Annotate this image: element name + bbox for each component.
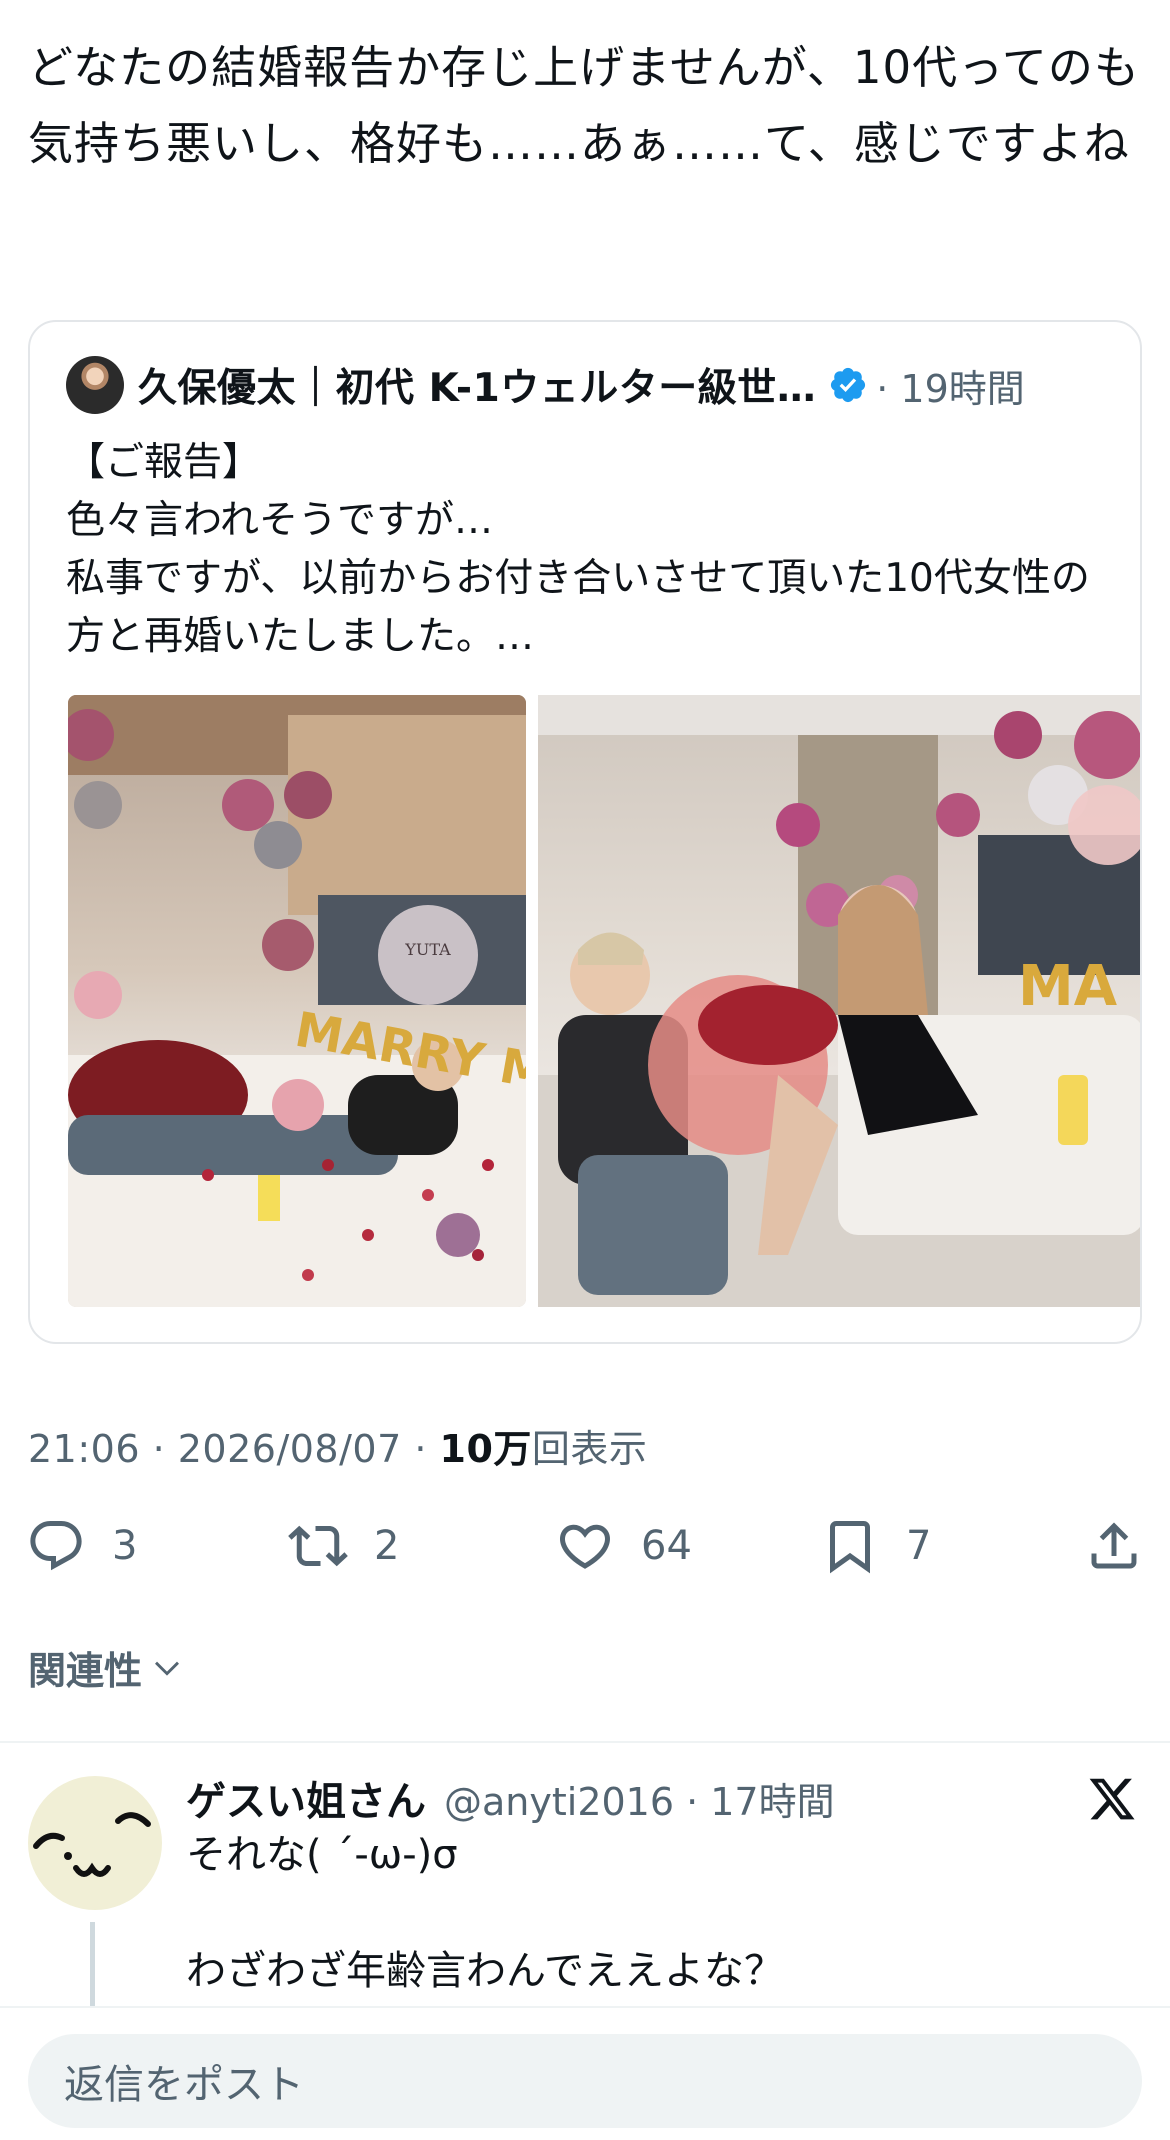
photo-2-marry-balloons: MA bbox=[1018, 954, 1118, 1019]
bookmark-icon bbox=[830, 1521, 870, 1574]
sort-label: 関連性 bbox=[28, 1649, 143, 1693]
view-count-label: 回表示 bbox=[531, 1427, 648, 1471]
quoted-post[interactable]: 久保優太｜初代 K-1ウェルター級世… · 19時間 【ご報告】 色々言われそう… bbox=[28, 320, 1142, 1344]
like-button[interactable]: 64 bbox=[555, 1510, 692, 1582]
reply-button[interactable]: 3 bbox=[26, 1510, 137, 1582]
share-button[interactable] bbox=[1084, 1510, 1170, 1582]
reply-author-name[interactable]: ゲスい姐さん bbox=[186, 1769, 426, 1827]
repost-count: 2 bbox=[374, 1523, 400, 1569]
reply-count: 3 bbox=[112, 1523, 138, 1569]
quoted-post-time[interactable]: · 19時間 bbox=[876, 358, 1025, 413]
share-icon bbox=[1091, 1522, 1137, 1569]
post-timestamp[interactable]: 21:06 · 2026/08/07 · bbox=[28, 1427, 440, 1471]
reply-text: それな( ´-ω-)σ わざわざ年齢言わんでええよな？ bbox=[186, 1832, 784, 1994]
quoted-post-text: 【ご報告】 色々言われそうですが… 私事ですが、以前からお付き合いさせて頂いた1… bbox=[66, 440, 1090, 659]
reply-author-avatar[interactable] bbox=[28, 1776, 162, 1910]
x-logo-icon[interactable] bbox=[1087, 1774, 1137, 1824]
photo-1-drawing: YUTA MARRY ME? bbox=[68, 695, 526, 1307]
heart-icon bbox=[559, 1524, 611, 1569]
post-meta: 21:06 · 2026/08/07 · 10万回表示 bbox=[28, 1418, 647, 1473]
action-bar: 3 2 64 7 bbox=[0, 1510, 1170, 1582]
bookmark-count: 7 bbox=[906, 1523, 932, 1569]
view-count: 10万 bbox=[439, 1427, 532, 1471]
quoted-post-header: 久保優太｜初代 K-1ウェルター級世… · 19時間 bbox=[66, 356, 1025, 414]
quoted-author-avatar[interactable] bbox=[66, 356, 124, 414]
verified-badge-icon bbox=[831, 367, 866, 403]
quoted-author-name[interactable]: 久保優太｜初代 K-1ウェルター級世… bbox=[138, 357, 816, 413]
quoted-photo-1[interactable]: YUTA MARRY ME? bbox=[68, 695, 526, 1307]
smiley-avatar-drawing bbox=[33, 1812, 151, 1877]
reply-icon bbox=[30, 1521, 82, 1571]
compose-placeholder: 返信をポスト bbox=[64, 2062, 304, 2108]
reply-header: ゲスい姐さん @anyti2016 · 17時間 bbox=[186, 1768, 835, 1828]
sort-relevance-button[interactable]: 関連性 bbox=[28, 1640, 184, 1695]
section-divider bbox=[0, 1741, 1170, 1743]
repost-icon bbox=[288, 1525, 348, 1567]
reply-author-handle[interactable]: @anyti2016 · 17時間 bbox=[444, 1771, 835, 1826]
repost-button[interactable]: 2 bbox=[288, 1510, 399, 1582]
like-count: 64 bbox=[641, 1523, 692, 1569]
chevron-down-icon bbox=[155, 1661, 179, 1676]
quoted-photo-2[interactable]: MA bbox=[538, 695, 1140, 1307]
photo-1-yuta-balloon-text: YUTA bbox=[404, 940, 451, 959]
compose-bar: 返信をポスト bbox=[0, 2006, 1170, 2140]
photo-2-drawing: MA bbox=[538, 695, 1140, 1307]
post-text: どなたの結婚報告か存じ上げませんが、10代ってのも気持ち悪いし、格好も……あぁ…… bbox=[28, 41, 1140, 170]
bookmark-button[interactable]: 7 bbox=[820, 1510, 931, 1582]
thread-line bbox=[90, 1922, 95, 2012]
reply-compose-input[interactable]: 返信をポスト bbox=[28, 2034, 1142, 2128]
